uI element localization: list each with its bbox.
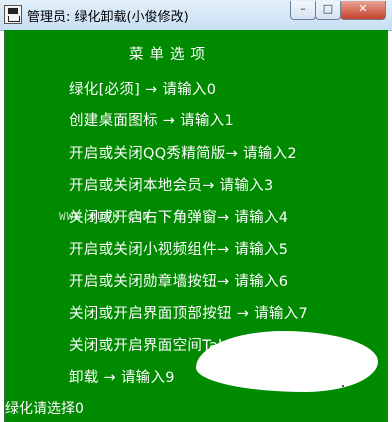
title-bar[interactable]: 管理员: 绿化卸载(小俊修改) – □ ✕ <box>0 0 392 31</box>
menu-item-9: 卸载 → 请输入9 <box>69 370 175 386</box>
input-prompt: 绿化请选择0 <box>5 401 84 417</box>
menu-item-0: 绿化[必须] → 请输入0 <box>69 82 217 98</box>
cmd-window-icon[interactable] <box>4 5 22 24</box>
menu-item-5: 开启或关闭小视频组件→ 请输入5 <box>69 242 289 258</box>
menu-item-7: 关闭或开启界面顶部按钮 → 请输入7 <box>69 306 308 322</box>
close-button[interactable]: ✕ <box>340 1 386 20</box>
menu-item-1: 创建桌面图标 → 请输入1 <box>69 113 234 129</box>
minimize-button[interactable]: – <box>290 1 316 20</box>
menu-item-3: 开启或关闭本地会员→ 请输入3 <box>69 178 274 194</box>
blob-speck <box>342 385 344 387</box>
redaction-blob <box>196 331 378 392</box>
watermark-text: WWW.OUPK.COM <box>59 210 151 223</box>
menu-item-2: 开启或关闭QQ秀精简版→ 请输入2 <box>69 146 297 162</box>
menu-item-6: 开启或关闭勋章墙按钮→ 请输入6 <box>69 274 289 290</box>
window-title: 管理员: 绿化卸载(小俊修改) <box>27 10 189 25</box>
menu-header: 菜单选项 <box>129 47 211 63</box>
maximize-button[interactable]: □ <box>315 1 341 20</box>
